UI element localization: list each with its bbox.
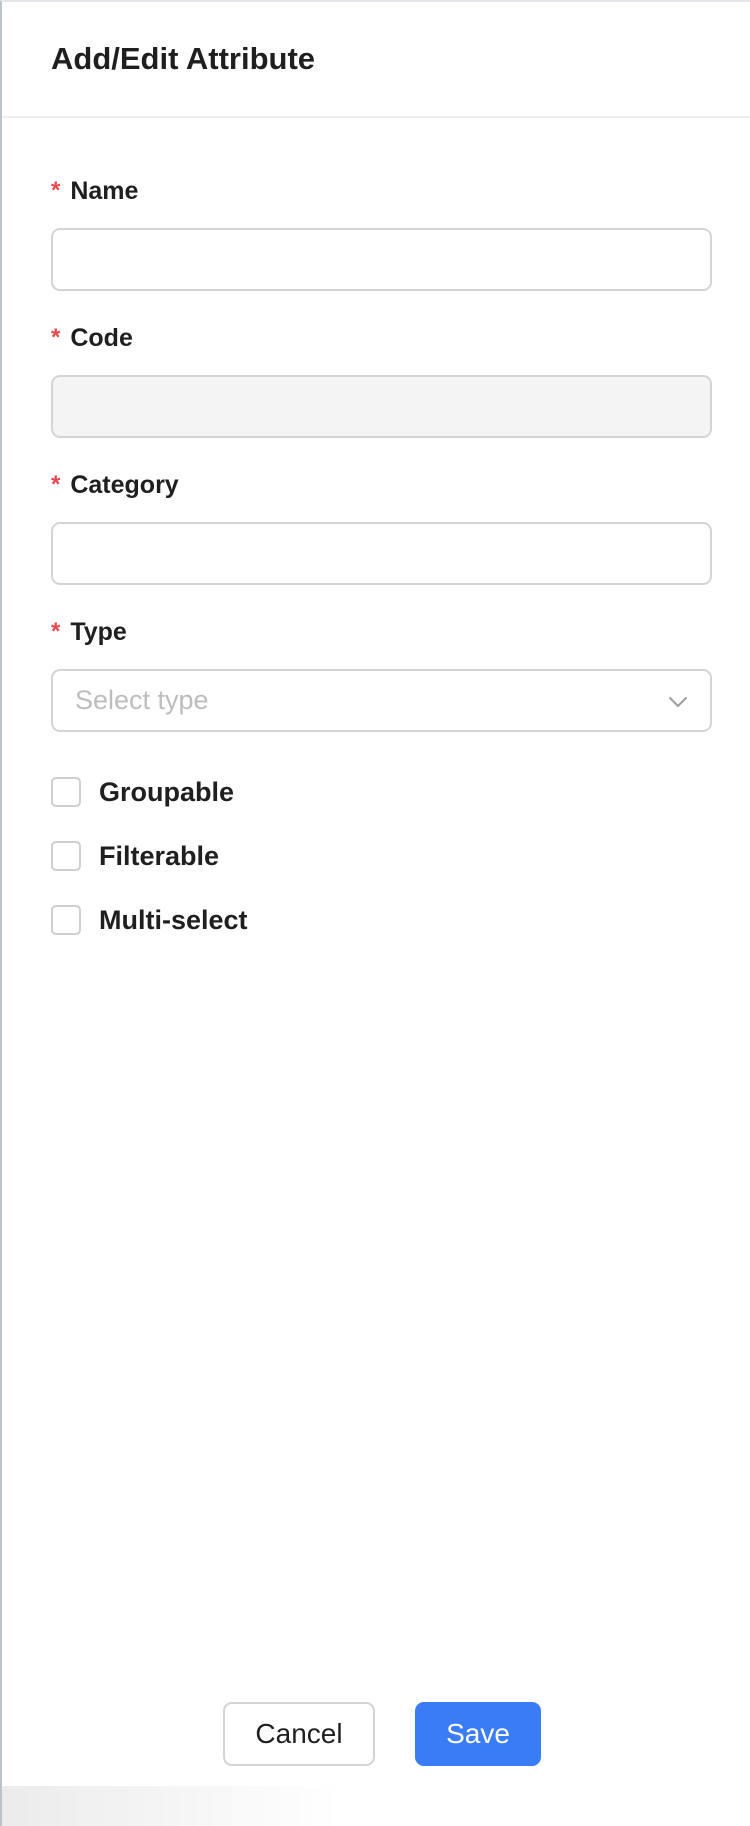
code-label-row: * Code [51, 321, 712, 355]
drawer-header: Add/Edit Attribute [2, 2, 750, 118]
type-select[interactable]: Select type [51, 669, 712, 732]
save-button[interactable]: Save [415, 1702, 541, 1766]
category-label: Category [70, 470, 179, 499]
drawer-title: Add/Edit Attribute [51, 41, 316, 76]
type-label: Type [70, 617, 127, 646]
filterable-label: Filterable [99, 840, 220, 871]
multi-select-checkbox[interactable] [51, 905, 81, 935]
required-mark: * [51, 324, 61, 351]
filterable-checkbox[interactable] [51, 841, 81, 871]
name-input[interactable] [51, 228, 712, 291]
attribute-form: * Name * Code * Category * Type Select t… [51, 174, 712, 952]
groupable-option[interactable]: Groupable [51, 760, 712, 824]
multi-select-option[interactable]: Multi-select [51, 888, 712, 952]
required-mark: * [51, 177, 61, 204]
category-field-group: * Category [51, 468, 712, 585]
type-field-group: * Type Select type [51, 615, 712, 732]
category-label-row: * Category [51, 468, 712, 502]
required-mark: * [51, 618, 61, 645]
bottom-shadow [2, 1786, 342, 1826]
multi-select-label: Multi-select [99, 904, 248, 935]
name-field-group: * Name [51, 174, 712, 291]
groupable-label: Groupable [99, 776, 235, 807]
filterable-option[interactable]: Filterable [51, 824, 712, 888]
checkbox-group: Groupable Filterable Multi-select [51, 760, 712, 952]
type-select-placeholder: Select type [75, 685, 209, 715]
edit-attribute-drawer: Add/Edit Attribute * Name * Code * Categ… [0, 0, 750, 1826]
drawer-footer: Cancel Save [2, 1702, 750, 1768]
cancel-button[interactable]: Cancel [223, 1702, 375, 1766]
type-label-row: * Type [51, 615, 712, 649]
category-input[interactable] [51, 522, 712, 585]
code-label: Code [70, 323, 133, 352]
name-label-row: * Name [51, 174, 712, 208]
groupable-checkbox[interactable] [51, 777, 81, 807]
code-input [51, 375, 712, 438]
code-field-group: * Code [51, 321, 712, 438]
required-mark: * [51, 471, 61, 498]
name-label: Name [70, 176, 139, 205]
chevron-down-icon [669, 697, 687, 707]
